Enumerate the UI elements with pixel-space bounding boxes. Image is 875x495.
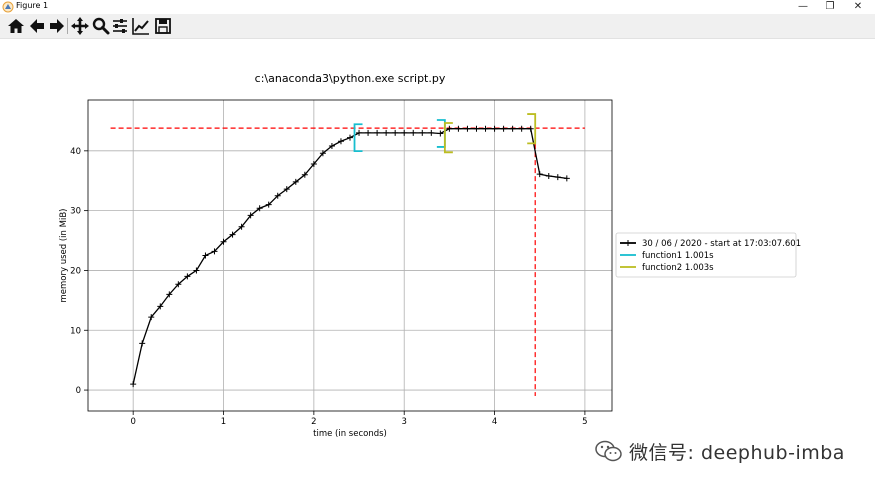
function-start-bracket — [443, 122, 453, 154]
memory-chart[interactable]: 0 1 2 3 4 5 0 10 20 30 40 c:\anaconda3\python.exe … — [0, 39, 875, 491]
memory-point-marker — [428, 129, 435, 136]
y-tick-label: 40 — [70, 147, 81, 157]
pan-icon[interactable] — [70, 16, 90, 36]
y-tick-label: 20 — [70, 266, 81, 276]
memory-point-marker — [374, 129, 381, 136]
window-titlebar: Figure 1 — ❐ ✕ — [0, 0, 875, 14]
zoom-icon[interactable] — [91, 16, 111, 36]
x-tick-label: 1 — [221, 417, 226, 427]
memory-point-marker — [419, 129, 426, 136]
memory-series-line — [132, 128, 567, 385]
memory-point-marker — [545, 172, 552, 179]
forward-icon[interactable] — [47, 16, 67, 36]
memory-point-marker — [491, 125, 498, 132]
legend-label: 30 / 06 / 2020 - start at 17:03:07.601 — [642, 239, 801, 249]
watermark-text: 微信号: deephub-imba — [629, 441, 845, 464]
maximize-icon[interactable]: ❐ — [816, 0, 844, 14]
memory-point-marker — [482, 125, 489, 132]
window-title: Figure 1 — [16, 1, 49, 10]
figure-canvas[interactable]: 0 1 2 3 4 5 0 10 20 30 40 c:\anaconda3\python.exe … — [0, 39, 875, 491]
memory-point-marker — [130, 381, 137, 388]
memory-point-marker — [536, 171, 543, 178]
memory-point-marker — [392, 129, 399, 136]
save-icon[interactable] — [153, 16, 173, 36]
legend-label: function1 1.001s — [642, 251, 714, 261]
memory-point-marker — [500, 125, 507, 132]
y-tick-label: 30 — [70, 207, 81, 217]
home-icon[interactable] — [6, 16, 26, 36]
axes-frame — [87, 99, 613, 412]
memory-point-marker — [410, 129, 417, 136]
memory-point-marker — [337, 138, 344, 145]
memory-point-marker — [356, 129, 363, 136]
y-tick-label: 0 — [76, 386, 81, 396]
toolbar-separator — [67, 18, 68, 34]
memory-point-marker — [563, 175, 570, 182]
matplotlib-icon — [2, 1, 14, 13]
y-axis-label: memory used (in MiB) — [59, 209, 69, 303]
legend-label: function2 1.003s — [642, 263, 714, 273]
memory-point-marker — [347, 134, 353, 141]
back-icon[interactable] — [27, 16, 47, 36]
series-layer — [130, 125, 570, 388]
grid — [88, 100, 612, 411]
x-tick-label: 3 — [401, 417, 406, 427]
memory-point-marker — [509, 125, 516, 132]
x-axis-label: time (in seconds) — [313, 429, 387, 439]
memory-point-marker — [518, 125, 525, 132]
memory-point-marker — [139, 340, 146, 347]
memory-point-marker — [437, 130, 444, 137]
minimize-icon[interactable]: — — [789, 0, 817, 14]
x-tick-label: 5 — [582, 417, 587, 427]
memory-point-marker — [383, 129, 390, 136]
x-tick-label: 4 — [492, 417, 497, 427]
memory-point-marker — [202, 252, 209, 259]
memory-point-marker — [527, 125, 534, 132]
memory-point-marker — [446, 125, 453, 132]
configure-subplots-icon[interactable] — [110, 16, 130, 36]
memory-point-marker — [365, 129, 372, 136]
y-tick-label: 10 — [70, 326, 81, 336]
edit-axis-icon[interactable] — [131, 16, 151, 36]
x-tick-label: 2 — [311, 417, 316, 427]
x-tick-label: 0 — [130, 417, 135, 427]
navigation-toolbar — [0, 14, 875, 39]
peak-markers — [110, 127, 585, 397]
memory-point-marker — [464, 125, 471, 132]
memory-point-marker — [401, 129, 408, 136]
close-icon[interactable]: ✕ — [844, 0, 872, 14]
memory-point-marker — [455, 125, 462, 132]
watermark: 微信号: deephub-imba — [595, 436, 845, 466]
wechat-icon — [595, 440, 622, 462]
memory-point-marker — [473, 125, 480, 132]
chart-title: c:\anaconda3\python.exe script.py — [255, 72, 446, 85]
axis-ticks: 0 1 2 3 4 5 0 10 20 30 40 — [70, 147, 587, 427]
legend: 30 / 06 / 2020 - start at 17:03:07.601 fu… — [615, 232, 801, 278]
memory-point-marker — [554, 174, 561, 181]
